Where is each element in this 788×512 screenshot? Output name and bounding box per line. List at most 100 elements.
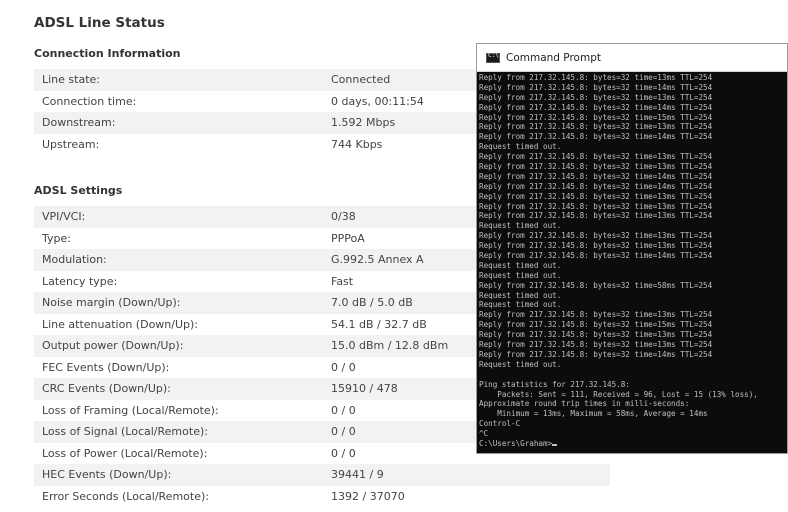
console-line: Minimum = 13ms, Maximum = 58ms, Average …	[479, 409, 785, 419]
console-line: Packets: Sent = 111, Received = 96, Lost…	[479, 390, 785, 400]
console-line: Reply from 217.32.145.8: bytes=32 time=1…	[479, 103, 785, 113]
console-line: Request timed out.	[479, 360, 785, 370]
console-line-text: Reply from 217.32.145.8: bytes=32 time=1…	[479, 201, 713, 211]
console-line: C:\Users\Graham>	[479, 439, 785, 449]
row-label: Output power (Down/Up):	[42, 339, 184, 353]
console-line-text: Ping statistics for 217.32.145.8:	[479, 379, 630, 389]
console-line-text: Reply from 217.32.145.8: bytes=32 time=1…	[479, 340, 713, 350]
console-line: Reply from 217.32.145.8: bytes=32 time=1…	[479, 320, 785, 330]
console-line-text: Reply from 217.32.145.8: bytes=32 time=1…	[479, 171, 713, 181]
row-label: Line state:	[42, 73, 100, 87]
console-line-text: Reply from 217.32.145.8: bytes=32 time=1…	[479, 73, 713, 82]
console-line-text: Reply from 217.32.145.8: bytes=32 time=5…	[479, 280, 713, 290]
console-line-text: Request timed out.	[479, 300, 562, 310]
adsl-settings-row: Error Seconds (Local/Remote): 1392 / 3707…	[34, 485, 610, 507]
console-line: Reply from 217.32.145.8: bytes=32 time=1…	[479, 310, 785, 320]
console-line: Ping statistics for 217.32.145.8:	[479, 380, 785, 390]
console-line: Reply from 217.32.145.8: bytes=32 time=1…	[479, 93, 785, 103]
row-label: HEC Events (Down/Up):	[42, 468, 172, 482]
console-line-text: Reply from 217.32.145.8: bytes=32 time=1…	[479, 330, 713, 340]
console-line-text: Reply from 217.32.145.8: bytes=32 time=1…	[479, 181, 713, 191]
console-line: Reply from 217.32.145.8: bytes=32 time=1…	[479, 340, 785, 350]
row-label: Noise margin (Down/Up):	[42, 296, 181, 310]
console-line-text: Reply from 217.32.145.8: bytes=32 time=1…	[479, 132, 713, 142]
page-title: ADSL Line Status	[34, 15, 165, 31]
console-line: Reply from 217.32.145.8: bytes=32 time=1…	[479, 132, 785, 142]
console-line: Reply from 217.32.145.8: bytes=32 time=1…	[479, 113, 785, 123]
console-line-text: Request timed out.	[479, 142, 562, 152]
console-line: Request timed out.	[479, 221, 785, 231]
row-label: Loss of Framing (Local/Remote):	[42, 403, 219, 417]
adsl-settings-section-title: ADSL Settings	[34, 184, 123, 197]
console-line: ^C	[479, 429, 785, 439]
command-prompt-output[interactable]: Reply from 217.32.145.8: bytes=32 time=1…	[477, 73, 787, 449]
console-line: Reply from 217.32.145.8: bytes=32 time=5…	[479, 281, 785, 291]
console-line-text: Packets: Sent = 111, Received = 96, Lost…	[479, 389, 758, 399]
console-line-text: Reply from 217.32.145.8: bytes=32 time=1…	[479, 162, 713, 172]
cursor-icon	[552, 443, 558, 446]
console-line: Reply from 217.32.145.8: bytes=32 time=1…	[479, 330, 785, 340]
console-line-text: Reply from 217.32.145.8: bytes=32 time=1…	[479, 102, 713, 112]
console-line: Reply from 217.32.145.8: bytes=32 time=1…	[479, 73, 785, 83]
console-line-text: ^C	[479, 429, 489, 439]
console-line-text: Reply from 217.32.145.8: bytes=32 time=1…	[479, 320, 713, 330]
row-value: 39441 / 9	[331, 468, 384, 482]
console-line: Reply from 217.32.145.8: bytes=32 time=1…	[479, 152, 785, 162]
row-label: Upstream:	[42, 137, 100, 151]
row-label: Loss of Power (Local/Remote):	[42, 446, 208, 460]
console-line: Reply from 217.32.145.8: bytes=32 time=1…	[479, 172, 785, 182]
row-label: CRC Events (Down/Up):	[42, 382, 171, 396]
console-line-text: Control-C	[479, 419, 521, 429]
console-line-text: Request timed out.	[479, 290, 562, 300]
row-label: Modulation:	[42, 253, 107, 267]
console-line: Reply from 217.32.145.8: bytes=32 time=1…	[479, 211, 785, 221]
console-line: Reply from 217.32.145.8: bytes=32 time=1…	[479, 241, 785, 251]
command-prompt-window[interactable]: Command Prompt Reply from 217.32.145.8: …	[476, 43, 788, 454]
row-label: Connection time:	[42, 94, 137, 108]
console-line-text: Reply from 217.32.145.8: bytes=32 time=1…	[479, 211, 713, 221]
console-line: Reply from 217.32.145.8: bytes=32 time=1…	[479, 231, 785, 241]
console-line: Request timed out.	[479, 291, 785, 301]
console-line-text: Reply from 217.32.145.8: bytes=32 time=1…	[479, 152, 713, 162]
row-value: 1392 / 37070	[331, 489, 405, 503]
console-line-text: Request timed out.	[479, 260, 562, 270]
console-line-text: Request timed out.	[479, 270, 562, 280]
console-line: Request timed out.	[479, 271, 785, 281]
console-line-text: Approximate round trip times in milli-se…	[479, 399, 690, 409]
row-label: VPI/VCI:	[42, 210, 86, 224]
console-line-text: Reply from 217.32.145.8: bytes=32 time=1…	[479, 349, 713, 359]
console-line-text: C:\Users\Graham>	[479, 438, 553, 448]
console-line-text: Reply from 217.32.145.8: bytes=32 time=1…	[479, 112, 713, 122]
console-line: Request timed out.	[479, 142, 785, 152]
row-label: Loss of Signal (Local/Remote):	[42, 425, 208, 439]
console-line-text: Reply from 217.32.145.8: bytes=32 time=1…	[479, 82, 713, 92]
row-label: Error Seconds (Local/Remote):	[42, 489, 209, 503]
console-line-text: Reply from 217.32.145.8: bytes=32 time=1…	[479, 241, 713, 251]
console-line: Reply from 217.32.145.8: bytes=32 time=1…	[479, 83, 785, 93]
row-label: Type:	[42, 231, 71, 245]
console-line-text: Reply from 217.32.145.8: bytes=32 time=1…	[479, 231, 713, 241]
connection-section-title: Connection Information	[34, 47, 181, 60]
row-label: Downstream:	[42, 116, 116, 130]
command-prompt-title: Command Prompt	[506, 51, 601, 64]
row-label: Line attenuation (Down/Up):	[42, 317, 199, 331]
console-line-text: Reply from 217.32.145.8: bytes=32 time=1…	[479, 122, 713, 132]
console-line: Reply from 217.32.145.8: bytes=32 time=1…	[479, 182, 785, 192]
console-line-text: Minimum = 13ms, Maximum = 58ms, Average …	[479, 409, 708, 419]
row-label: FEC Events (Down/Up):	[42, 360, 170, 374]
console-line: Reply from 217.32.145.8: bytes=32 time=1…	[479, 162, 785, 172]
console-line: Control-C	[479, 419, 785, 429]
console-line: Request timed out.	[479, 300, 785, 310]
console-line: Reply from 217.32.145.8: bytes=32 time=1…	[479, 350, 785, 360]
console-line: Reply from 217.32.145.8: bytes=32 time=1…	[479, 122, 785, 132]
command-prompt-titlebar[interactable]: Command Prompt	[477, 44, 787, 72]
terminal-icon	[486, 52, 500, 63]
console-line: Reply from 217.32.145.8: bytes=32 time=1…	[479, 251, 785, 261]
console-line: Approximate round trip times in milli-se…	[479, 399, 785, 409]
row-label: Latency type:	[42, 274, 118, 288]
adsl-settings-row: HEC Events (Down/Up): 39441 / 9	[34, 464, 610, 486]
console-line-text: Request timed out.	[479, 359, 562, 369]
console-line-text: Request timed out.	[479, 221, 562, 231]
console-line: Reply from 217.32.145.8: bytes=32 time=1…	[479, 192, 785, 202]
